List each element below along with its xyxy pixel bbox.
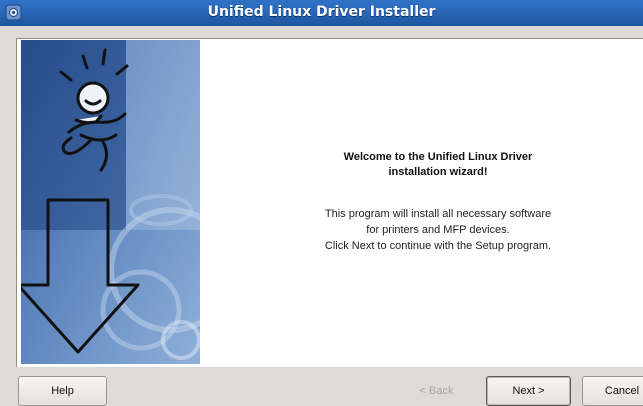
help-button[interactable]: Help xyxy=(18,376,107,406)
description-line: This program will install all necessary … xyxy=(324,208,552,220)
welcome-description: This program will install all necessary … xyxy=(263,206,613,254)
cancel-button[interactable]: Cancel xyxy=(582,376,643,406)
welcome-heading: Welcome to the Unified Linux Driver inst… xyxy=(263,150,613,180)
description-line: for printers and MFP devices. xyxy=(366,224,510,236)
next-button[interactable]: Next > xyxy=(486,376,571,406)
window-title: Unified Linux Driver Installer xyxy=(207,4,436,20)
description-line: Click Next to continue with the Setup pr… xyxy=(324,240,552,252)
welcome-line: Welcome to the Unified Linux Driver xyxy=(343,151,533,163)
title-bar[interactable]: Unified Linux Driver Installer xyxy=(0,0,643,26)
wizard-banner-image xyxy=(21,40,200,364)
back-button[interactable]: < Back xyxy=(392,376,481,406)
welcome-line: installation wizard! xyxy=(388,166,488,178)
